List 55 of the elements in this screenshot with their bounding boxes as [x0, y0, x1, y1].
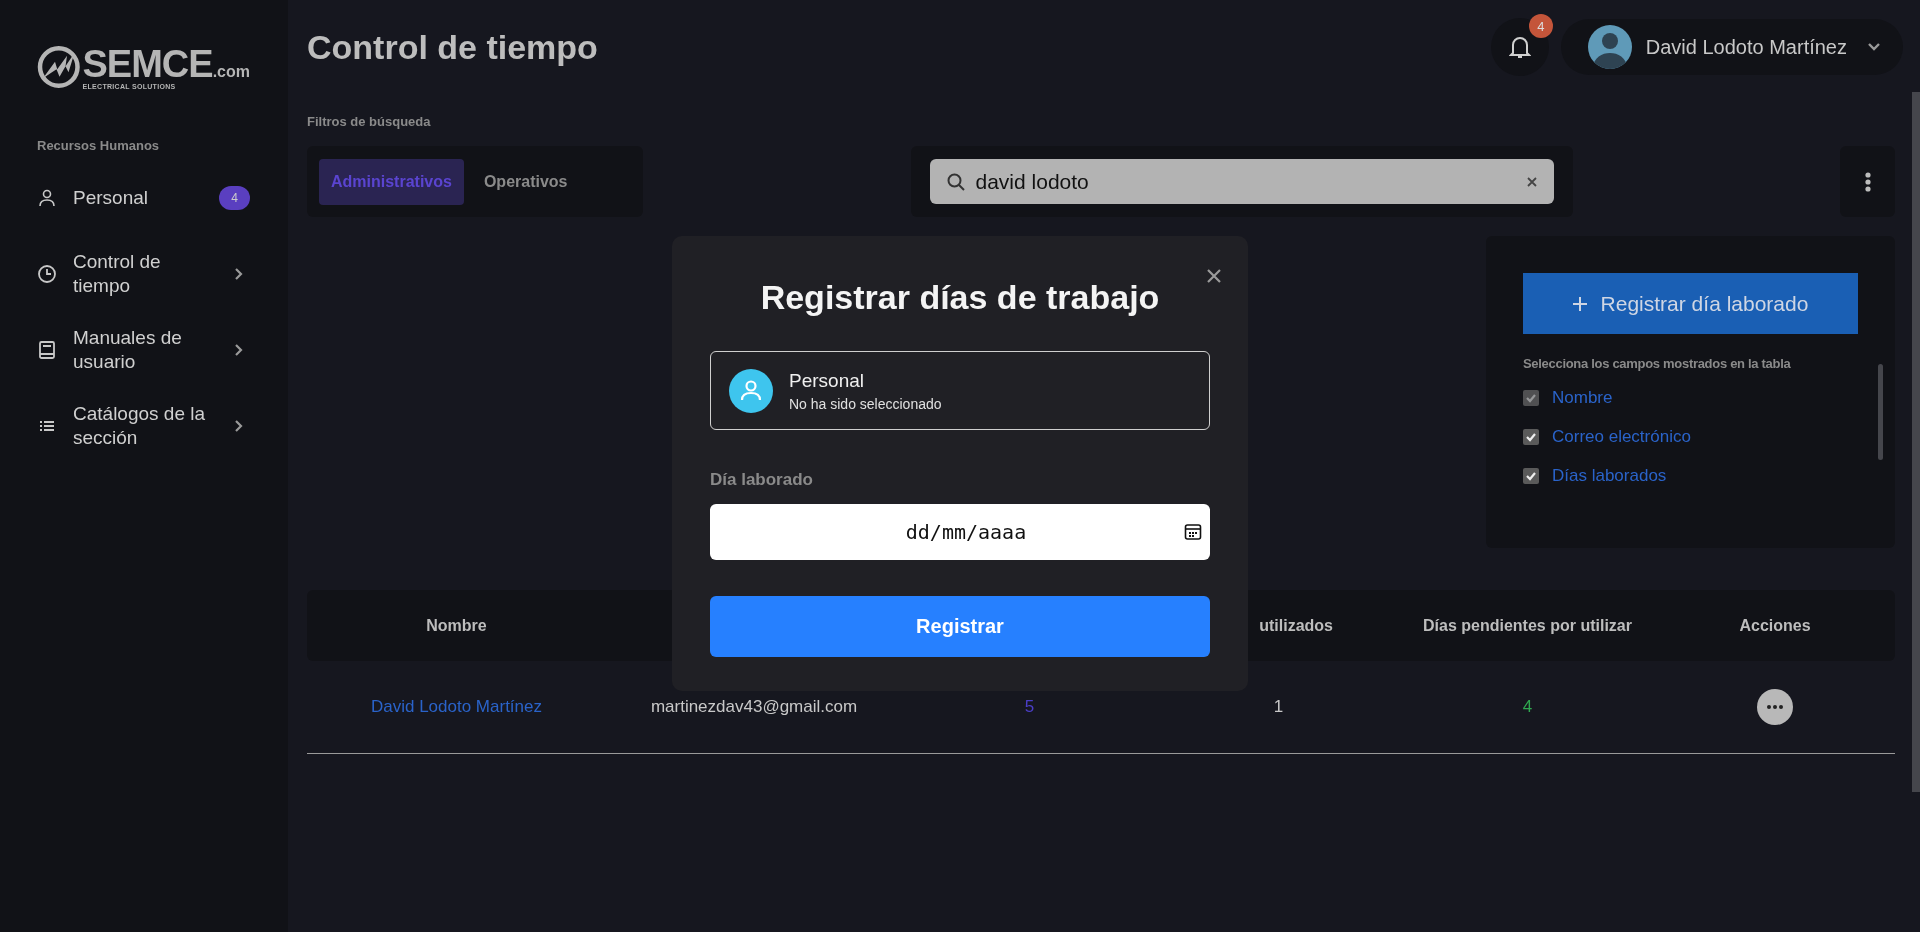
calendar-icon[interactable] — [1184, 523, 1202, 541]
logo-domain: .com — [212, 62, 250, 81]
person-status: No ha sido seleccionado — [789, 395, 942, 412]
name-link[interactable]: David Lodoto Martínez — [370, 697, 542, 717]
avatar-icon — [1587, 25, 1632, 69]
search-bar[interactable]: david lodoto — [929, 159, 1554, 204]
plus-icon — [1572, 296, 1587, 311]
column-header: utilizados — [1259, 616, 1333, 634]
search-field[interactable]: david lodoto — [975, 169, 1516, 194]
fields-label: Selecciona los campos mostrados en la tabla — [1523, 356, 1792, 371]
checkbox[interactable] — [1523, 429, 1539, 445]
search-icon — [945, 171, 966, 192]
filters-label: Filtros de búsqueda — [307, 114, 432, 129]
sidebar-item[interactable]: Manuales de usuario — [37, 319, 250, 381]
count-badge: 4 — [219, 186, 250, 210]
notification-badge: 4 — [1528, 14, 1553, 38]
close-icon[interactable] — [1207, 269, 1221, 283]
checkbox[interactable] — [1523, 468, 1539, 484]
column-header: Días pendientes por utilizar — [1423, 616, 1632, 634]
table-cell: 4 — [1522, 697, 1533, 717]
date-box[interactable]: dd/mm/aaaa — [710, 504, 1210, 560]
sidebar-item[interactable]: Personal 4 — [37, 167, 250, 229]
filter-tab[interactable]: Operativos — [471, 158, 580, 205]
user-avatar-icon — [729, 368, 773, 413]
more-horizontal-icon — [1767, 705, 1783, 709]
clear-icon[interactable] — [1525, 175, 1538, 188]
date-label: Día laborado — [710, 470, 814, 490]
logo-text: SEMCE — [82, 44, 213, 83]
person-icon — [37, 188, 57, 208]
more-vertical-icon — [1864, 171, 1871, 192]
person-label: Personal — [789, 369, 865, 392]
chevron-down-icon — [1867, 42, 1881, 52]
page-title: Control de tiempo — [307, 27, 598, 67]
table-cell: 5 — [1024, 697, 1035, 717]
person-selector[interactable]: Personal No ha sido seleccionado — [710, 351, 1210, 430]
book-icon — [37, 340, 57, 360]
actions-button[interactable] — [1757, 689, 1793, 725]
table-cell: martinezdav43@gmail.com — [650, 697, 858, 717]
user-menu-button[interactable]: David Lodoto Martínez — [1560, 19, 1903, 75]
table-cell: 1 — [1273, 697, 1284, 717]
modal-title: Registrar días de trabajo — [759, 278, 1161, 317]
submit-button[interactable]: Registrar — [710, 596, 1210, 657]
column-header: Nombre — [426, 616, 487, 634]
date-field[interactable]: dd/mm/aaaa — [710, 519, 1184, 545]
scrollbar[interactable] — [1912, 92, 1920, 792]
field-label[interactable]: Correo electrónico — [1552, 427, 1691, 447]
clock-icon — [37, 264, 57, 284]
scrollbar[interactable] — [1878, 364, 1883, 460]
sidebar-item[interactable]: Catálogos de la sección — [37, 395, 250, 457]
sidebar-item[interactable]: Control de tiempo — [37, 243, 250, 305]
column-header: Acciones — [1739, 616, 1811, 634]
section-label: Recursos Humanos — [37, 138, 161, 153]
register-day-button[interactable]: Registrar día laborado — [1523, 273, 1858, 334]
bell-icon — [1508, 35, 1531, 59]
field-label[interactable]: Días laborados — [1552, 466, 1667, 486]
